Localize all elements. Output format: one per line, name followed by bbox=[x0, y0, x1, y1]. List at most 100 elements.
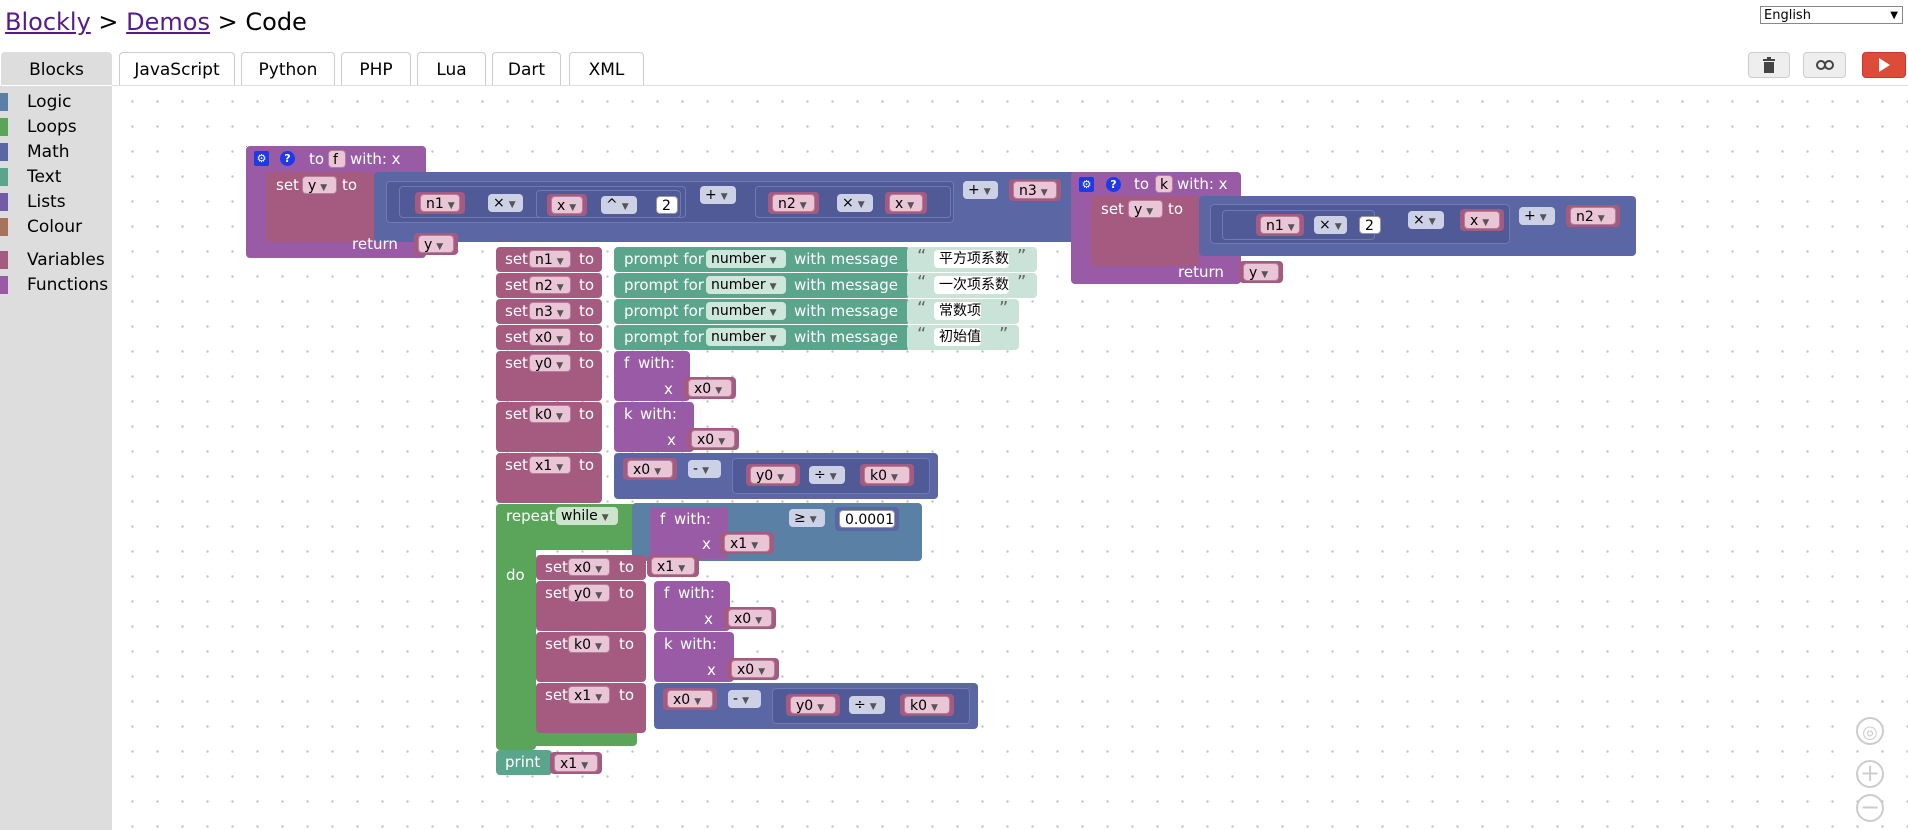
tab-python[interactable]: Python bbox=[241, 52, 335, 85]
variable-dropdown[interactable]: x1 ▼ bbox=[724, 534, 770, 552]
operator-dropdown[interactable]: × ▼ bbox=[837, 194, 873, 212]
text-field[interactable]: 常数项 bbox=[934, 302, 981, 320]
category-label: Loops bbox=[27, 117, 77, 137]
type-dropdown[interactable]: number ▼ bbox=[706, 250, 786, 268]
block-text: with message bbox=[794, 302, 899, 320]
tab-xml[interactable]: XML bbox=[569, 52, 644, 85]
zoom-out-button[interactable]: − bbox=[1856, 794, 1884, 822]
breadcrumb: Blockly > Demos > Code bbox=[5, 8, 307, 36]
number-field[interactable]: 2 bbox=[1359, 216, 1381, 234]
recenter-button[interactable]: ◎ bbox=[1856, 717, 1884, 745]
operator-dropdown[interactable]: - ▼ bbox=[728, 690, 761, 708]
number-field[interactable]: 0.0001 bbox=[839, 510, 895, 528]
help-icon[interactable]: ? bbox=[1106, 177, 1121, 192]
variable-dropdown[interactable]: n1 ▼ bbox=[529, 250, 571, 268]
variable-dropdown[interactable]: x ▼ bbox=[889, 194, 923, 212]
operator-dropdown[interactable]: + ▼ bbox=[1519, 207, 1555, 225]
block-text: set bbox=[505, 250, 528, 268]
variable-dropdown[interactable]: y ▼ bbox=[1128, 200, 1163, 218]
block-text: f bbox=[664, 584, 670, 602]
operator-dropdown[interactable]: ÷ ▼ bbox=[849, 696, 885, 714]
block-text: set bbox=[545, 558, 568, 576]
variable-dropdown[interactable]: y0 ▼ bbox=[529, 354, 571, 372]
variable-dropdown[interactable]: y ▼ bbox=[302, 176, 337, 194]
gear-icon[interactable]: ⚙ bbox=[1079, 177, 1094, 192]
variable-dropdown[interactable]: x0 ▼ bbox=[667, 690, 713, 708]
variable-dropdown[interactable]: y0 ▼ bbox=[750, 466, 796, 484]
variable-dropdown[interactable]: x0 ▼ bbox=[731, 660, 775, 678]
operator-dropdown[interactable]: × ▼ bbox=[1408, 211, 1444, 229]
link-button[interactable] bbox=[1803, 52, 1846, 78]
variable-dropdown[interactable]: y0 ▼ bbox=[790, 696, 836, 714]
variable-dropdown[interactable]: x0 ▼ bbox=[728, 609, 772, 627]
block-text: x bbox=[704, 610, 713, 628]
text-field[interactable]: 一次项系数 bbox=[934, 276, 1009, 294]
variable-dropdown[interactable]: x0 ▼ bbox=[627, 460, 673, 478]
type-dropdown[interactable]: number ▼ bbox=[706, 328, 786, 346]
loop-mode-dropdown[interactable]: while ▼ bbox=[556, 507, 618, 525]
variable-dropdown[interactable]: k0 ▼ bbox=[864, 466, 910, 484]
block-text: to bbox=[619, 558, 635, 576]
breadcrumb-blockly-link[interactable]: Blockly bbox=[5, 8, 91, 36]
variable-dropdown[interactable]: x0 ▼ bbox=[568, 558, 610, 576]
function-name-field[interactable]: f bbox=[328, 150, 346, 168]
block-text: to bbox=[579, 456, 595, 474]
plus-icon: + bbox=[1859, 759, 1881, 787]
variable-dropdown[interactable]: x1 ▼ bbox=[554, 754, 598, 772]
variable-dropdown[interactable]: x1 ▼ bbox=[529, 456, 571, 474]
block-text: with: bbox=[638, 354, 675, 372]
variable-dropdown[interactable]: x1 ▼ bbox=[651, 557, 695, 575]
text-field[interactable]: 平方项系数 bbox=[934, 250, 1009, 268]
language-select[interactable]: English ▼ bbox=[1760, 6, 1903, 24]
help-icon[interactable]: ? bbox=[280, 151, 295, 166]
operator-dropdown[interactable]: ÷ ▼ bbox=[809, 466, 845, 484]
variable-dropdown[interactable]: y ▼ bbox=[1243, 263, 1279, 281]
variable-dropdown[interactable]: n2 ▼ bbox=[529, 276, 571, 294]
variable-dropdown[interactable]: n3 ▼ bbox=[529, 302, 571, 320]
variable-dropdown[interactable]: x0 ▼ bbox=[691, 430, 735, 448]
variable-dropdown[interactable]: n2 ▼ bbox=[1570, 207, 1616, 225]
number-field[interactable]: 2 bbox=[656, 196, 678, 214]
block-text: to bbox=[309, 150, 325, 168]
variable-dropdown[interactable]: x ▼ bbox=[1464, 211, 1500, 229]
type-dropdown[interactable]: number ▼ bbox=[706, 302, 786, 320]
text-field[interactable]: 初始值 bbox=[934, 328, 981, 346]
block-text: return bbox=[352, 235, 398, 253]
variable-dropdown[interactable]: n2 ▼ bbox=[772, 194, 815, 212]
blocks-workspace[interactable]: ⚙ ? to f with: x set y ▼ to n1 ▼ × ▼ x ▼ ^ ▼ … bbox=[112, 86, 1908, 830]
variable-dropdown[interactable]: k0 ▼ bbox=[904, 696, 950, 714]
operator-dropdown[interactable]: + ▼ bbox=[700, 186, 736, 204]
variable-dropdown[interactable]: k0 ▼ bbox=[568, 635, 610, 653]
type-dropdown[interactable]: number ▼ bbox=[706, 276, 786, 294]
tab-javascript[interactable]: JavaScript bbox=[119, 52, 235, 85]
variable-dropdown[interactable]: y ▼ bbox=[418, 235, 454, 253]
variable-dropdown[interactable]: y0 ▼ bbox=[568, 584, 610, 602]
variable-dropdown[interactable]: x ▼ bbox=[551, 196, 583, 214]
tab-php[interactable]: PHP bbox=[341, 52, 411, 85]
tab-blocks[interactable]: Blocks bbox=[1, 52, 112, 85]
variable-dropdown[interactable]: n1 ▼ bbox=[420, 194, 460, 212]
zoom-in-button[interactable]: + bbox=[1856, 760, 1884, 788]
operator-dropdown[interactable]: ^ ▼ bbox=[601, 196, 637, 214]
variable-dropdown[interactable]: n1 ▼ bbox=[1260, 216, 1300, 234]
variable-dropdown[interactable]: x1 ▼ bbox=[568, 686, 610, 704]
tab-dart[interactable]: Dart bbox=[492, 52, 561, 85]
tab-lua[interactable]: Lua bbox=[417, 52, 486, 85]
variable-dropdown[interactable]: n3 ▼ bbox=[1013, 181, 1057, 199]
variable-dropdown[interactable]: x0 ▼ bbox=[529, 328, 571, 346]
gear-icon[interactable]: ⚙ bbox=[254, 151, 269, 166]
category-swatch bbox=[0, 93, 8, 111]
variable-dropdown[interactable]: x0 ▼ bbox=[688, 379, 732, 397]
operator-dropdown[interactable]: × ▼ bbox=[1314, 216, 1347, 234]
operator-dropdown[interactable]: × ▼ bbox=[488, 194, 523, 212]
block-text: to bbox=[619, 635, 635, 653]
comparison-dropdown[interactable]: ≥ ▼ bbox=[789, 509, 825, 527]
operator-dropdown[interactable]: - ▼ bbox=[688, 460, 721, 478]
breadcrumb-demos-link[interactable]: Demos bbox=[126, 8, 210, 36]
block-text: f bbox=[660, 510, 666, 528]
function-name-field[interactable]: k bbox=[1155, 175, 1173, 193]
run-button[interactable] bbox=[1862, 52, 1906, 78]
trash-button[interactable] bbox=[1748, 52, 1790, 78]
variable-dropdown[interactable]: k0 ▼ bbox=[529, 405, 571, 423]
operator-dropdown[interactable]: + ▼ bbox=[963, 181, 998, 199]
